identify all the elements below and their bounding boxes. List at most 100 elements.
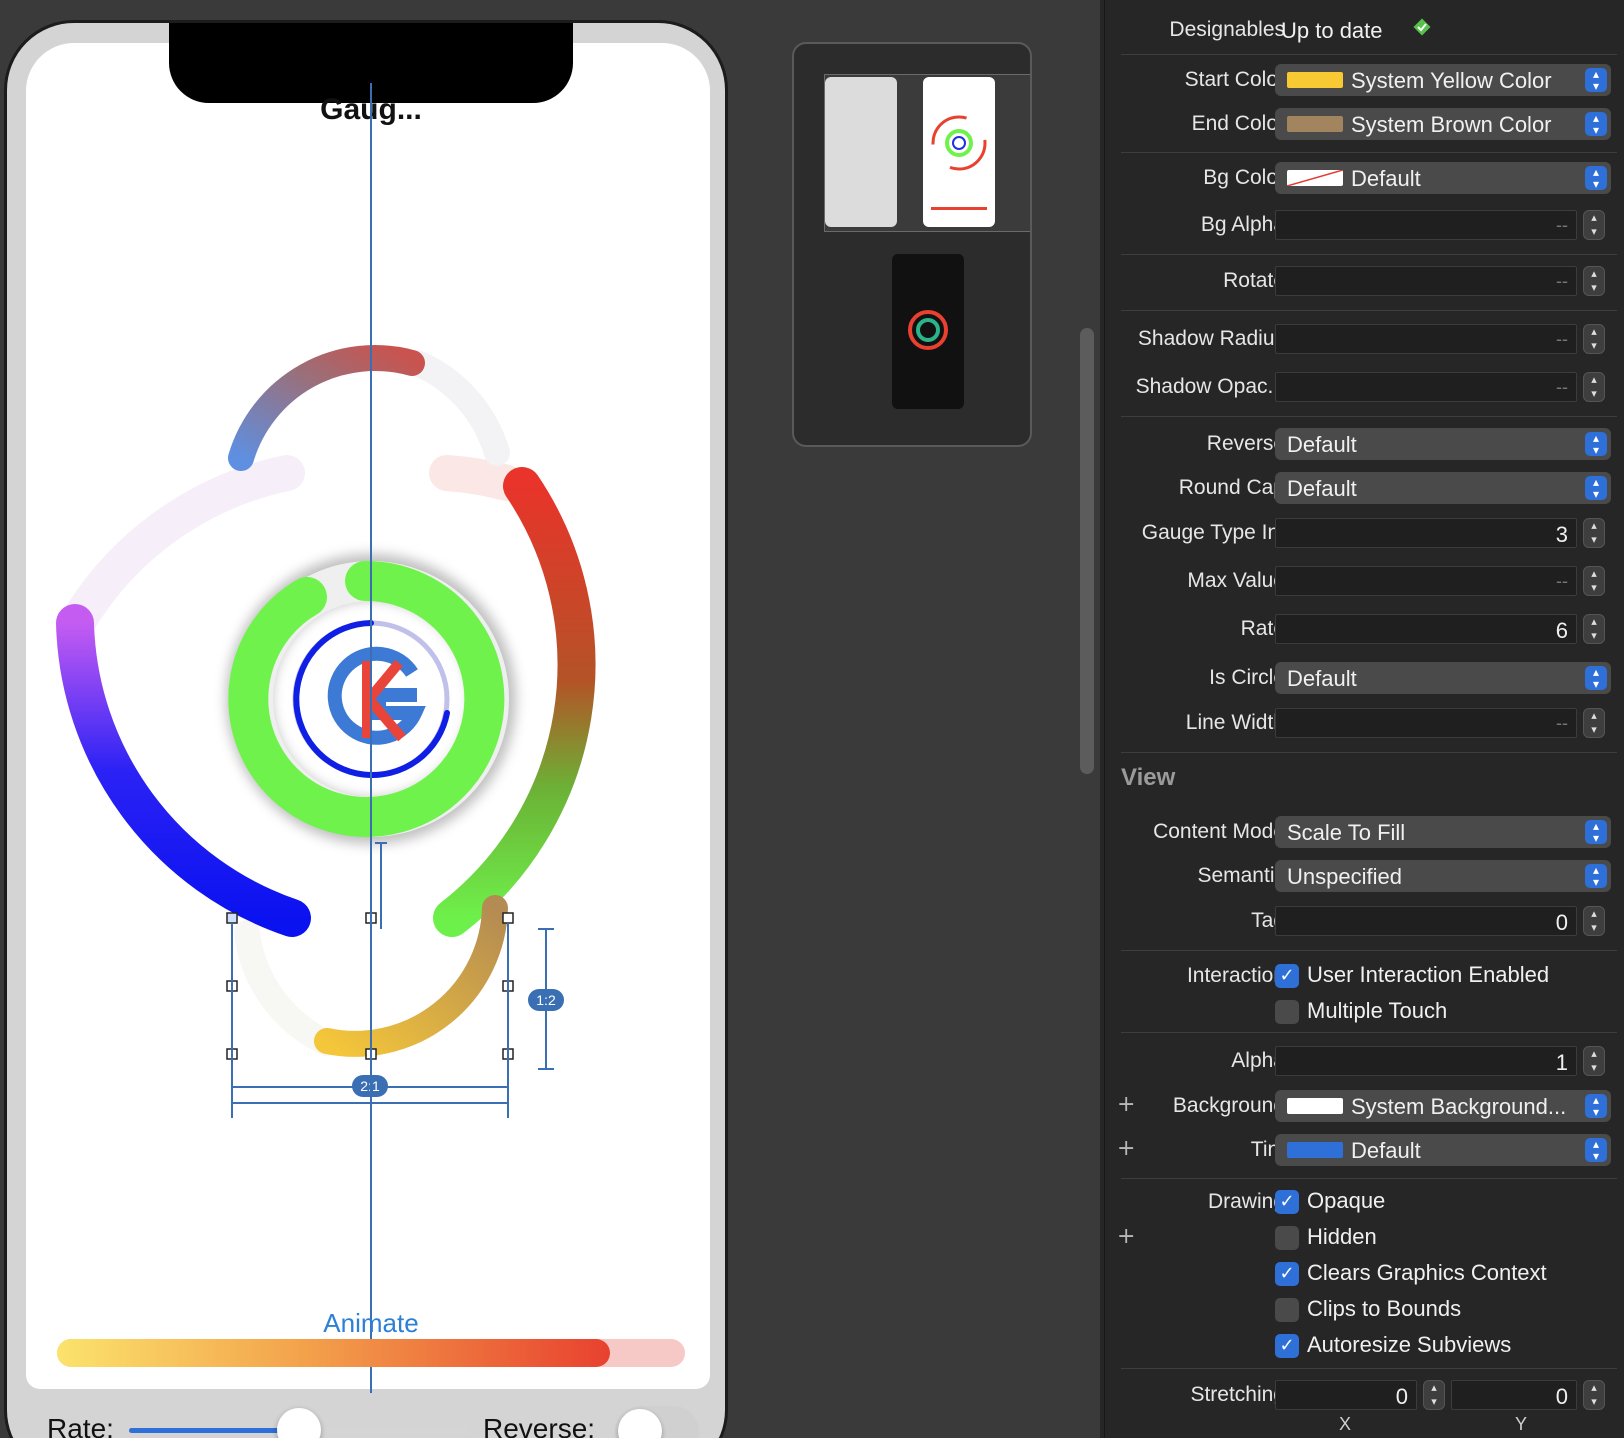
round-cap-label: Round Cap [1178, 476, 1285, 499]
divider [1121, 416, 1617, 417]
progress-bar [57, 1339, 685, 1367]
animate-button[interactable]: Animate [7, 1308, 725, 1339]
popup-arrows-icon: ▴ ▾ [1585, 820, 1607, 844]
round-cap-popup[interactable]: Default ▴ ▾ [1275, 472, 1611, 504]
round-cap-value: Default [1287, 476, 1357, 501]
start-color-label: Start Color [1184, 68, 1285, 91]
reverse-switch[interactable] [615, 1406, 699, 1438]
max-value-field[interactable]: -- [1275, 566, 1577, 596]
stretching-y-stepper[interactable]: ▴ ▾ [1583, 1380, 1605, 1410]
shadow-opacity-field[interactable]: -- [1275, 372, 1577, 402]
shadow-opacity-value: -- [1556, 377, 1568, 397]
multiple-touch-checkbox[interactable] [1275, 1000, 1299, 1024]
divider [1121, 1178, 1617, 1179]
gauge-type-field[interactable]: 3 [1275, 518, 1577, 548]
minimap-gauge-preview-icon [931, 115, 987, 210]
background-popup[interactable]: System Background... ▴ ▾ [1275, 1090, 1611, 1122]
divider [1121, 950, 1617, 951]
end-color-popup[interactable]: System Brown Color ▴ ▾ [1275, 108, 1611, 140]
storyboard-canvas[interactable]: Gaug... 1:2 Animate Rate: Reverse: [0, 0, 1100, 1438]
rate-label: Rate: [47, 1413, 114, 1438]
stretching-x-field[interactable]: 0 [1275, 1380, 1417, 1410]
shadow-radius-field[interactable]: -- [1275, 324, 1577, 354]
center-alignment-guide [370, 83, 372, 1393]
alpha-value: 1 [1555, 1050, 1568, 1075]
content-mode-popup[interactable]: Scale To Fill ▴ ▾ [1275, 816, 1611, 848]
shadow-opacity-stepper[interactable]: ▴ ▾ [1583, 372, 1605, 402]
view-section-header: View [1121, 764, 1176, 791]
semantic-popup[interactable]: Unspecified ▴ ▾ [1275, 860, 1611, 892]
start-color-popup[interactable]: System Yellow Color ▴ ▾ [1275, 64, 1611, 96]
line-width-stepper[interactable]: ▴ ▾ [1583, 708, 1605, 738]
app-logo-icon [327, 646, 426, 745]
minimap-selected-scenes[interactable] [824, 74, 1030, 232]
rate-stepper[interactable]: ▴ ▾ [1583, 614, 1605, 644]
bg-alpha-stepper[interactable]: ▴ ▾ [1583, 210, 1605, 240]
drawing-label: Drawing [1207, 1190, 1285, 1213]
iphone-device-frame: Gaug... 1:2 Animate Rate: Reverse: [4, 20, 728, 1438]
bg-alpha-field[interactable]: -- [1275, 210, 1577, 240]
minimap-launch-screen[interactable] [825, 77, 897, 227]
rotate-stepper[interactable]: ▴ ▾ [1583, 266, 1605, 296]
divider [1121, 254, 1617, 255]
rate-slider-fill [129, 1428, 299, 1433]
stretching-label: Stretching [1190, 1383, 1285, 1406]
reverse-value: Default [1287, 432, 1357, 457]
gauge-type-label: Gauge Type Int [1141, 521, 1285, 544]
gauge-type-value: 3 [1555, 522, 1568, 547]
gauge-top-track [404, 350, 510, 466]
start-color-value: System Yellow Color [1351, 68, 1552, 93]
add-variation-icon[interactable]: + [1117, 1136, 1135, 1161]
line-width-label: Line Width [1185, 711, 1285, 734]
alpha-stepper[interactable]: ▴ ▾ [1583, 1046, 1605, 1076]
divider [1121, 54, 1617, 55]
scene-minimap[interactable] [792, 42, 1032, 447]
tag-stepper[interactable]: ▴ ▾ [1583, 906, 1605, 936]
stretching-y-field[interactable]: 0 [1451, 1380, 1577, 1410]
user-interaction-label: User Interaction Enabled [1307, 962, 1550, 987]
stretching-y-value: 0 [1555, 1384, 1568, 1409]
user-interaction-checkbox[interactable]: ✓ [1275, 964, 1299, 988]
designables-label: Designables [1169, 18, 1285, 41]
bg-alpha-label: Bg Alpha [1200, 213, 1285, 236]
autoresize-subviews-checkbox[interactable]: ✓ [1275, 1334, 1299, 1358]
add-variation-icon[interactable]: + [1117, 1092, 1135, 1117]
background-value: System Background... [1351, 1094, 1567, 1119]
reverse-popup[interactable]: Default ▴ ▾ [1275, 428, 1611, 460]
tint-swatch [1287, 1142, 1343, 1158]
stretching-x-stepper[interactable]: ▴ ▾ [1423, 1380, 1445, 1410]
line-width-field[interactable]: -- [1275, 708, 1577, 738]
shadow-radius-stepper[interactable]: ▴ ▾ [1583, 324, 1605, 354]
background-label: Background [1172, 1094, 1285, 1117]
rotate-field[interactable]: -- [1275, 266, 1577, 296]
progress-fill [57, 1339, 610, 1367]
tint-value: Default [1351, 1138, 1421, 1163]
canvas-scrollbar[interactable] [1080, 328, 1094, 774]
clears-graphics-checkbox[interactable]: ✓ [1275, 1262, 1299, 1286]
tag-field[interactable]: 0 [1275, 906, 1577, 936]
designables-value: Up to date [1281, 18, 1383, 43]
hidden-checkbox[interactable] [1275, 1226, 1299, 1250]
stretching-x-value: 0 [1395, 1384, 1408, 1409]
gauge-drawing[interactable]: 1:2 2:1 [7, 23, 728, 1438]
add-variation-icon[interactable]: + [1117, 1224, 1135, 1249]
minimap-gauge-screen[interactable] [923, 77, 995, 227]
max-value-stepper[interactable]: ▴ ▾ [1583, 566, 1605, 596]
rate-field[interactable]: 6 [1275, 614, 1577, 644]
start-color-swatch [1287, 72, 1343, 88]
tint-popup[interactable]: Default ▴ ▾ [1275, 1134, 1611, 1166]
content-mode-value: Scale To Fill [1287, 820, 1406, 845]
is-circle-popup[interactable]: Default ▴ ▾ [1275, 662, 1611, 694]
shadow-opacity-label: Shadow Opac... [1135, 375, 1285, 398]
semantic-label: Semantic [1197, 864, 1285, 887]
clips-to-bounds-checkbox[interactable] [1275, 1298, 1299, 1322]
reverse-switch-knob [618, 1409, 662, 1438]
multiple-touch-label: Multiple Touch [1307, 998, 1448, 1023]
gauge-type-stepper[interactable]: ▴ ▾ [1583, 518, 1605, 548]
alpha-field[interactable]: 1 [1275, 1046, 1577, 1076]
gauge-large-track [59, 455, 305, 641]
minimap-dark-screen[interactable] [892, 254, 964, 409]
opaque-checkbox[interactable]: ✓ [1275, 1190, 1299, 1214]
shadow-radius-label: Shadow Radius [1137, 327, 1285, 350]
bg-color-popup[interactable]: Default ▴ ▾ [1275, 162, 1611, 194]
